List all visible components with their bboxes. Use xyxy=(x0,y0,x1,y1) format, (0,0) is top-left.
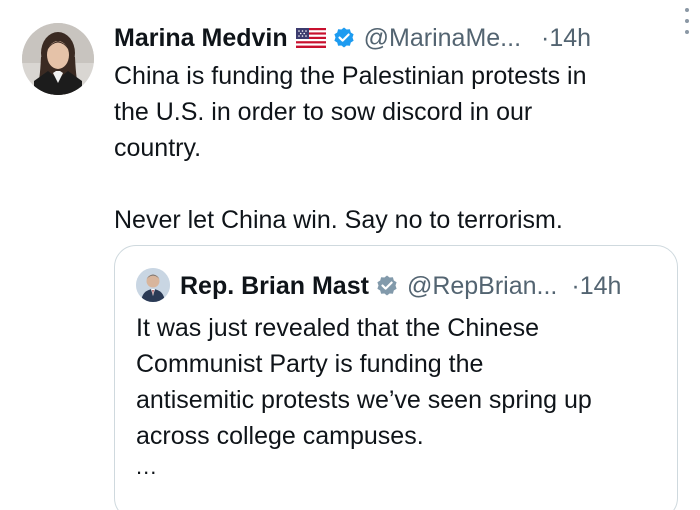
tweet-timestamp[interactable]: 14h xyxy=(549,24,591,53)
tweet-text-line: Never let China win. Say no to terrorism… xyxy=(114,206,563,234)
avatar[interactable] xyxy=(22,23,94,95)
tweet[interactable]: Marina Medvin @MarinaMe... · 14h China i… xyxy=(0,0,700,510)
quoted-tweet-timestamp[interactable]: 14h xyxy=(580,272,622,301)
us-flag-icon xyxy=(295,28,326,48)
quoted-time-separator: · xyxy=(571,271,580,300)
tweet-content: Marina Medvin @MarinaMe... · 14h China i… xyxy=(114,18,676,238)
author-handle[interactable]: @MarinaMe... xyxy=(364,24,521,53)
more-options-icon[interactable] xyxy=(682,8,692,34)
tweet-text-line: China is funding the Palestinian protest… xyxy=(114,62,587,90)
profile-photo-icon xyxy=(22,23,94,95)
quoted-tweet-text: It was just revealed that the Chinese Co… xyxy=(136,310,666,454)
quoted-tweet-header: Rep. Brian Mast @RepBrian... · 14h xyxy=(180,266,621,306)
quoted-author-handle[interactable]: @RepBrian... xyxy=(407,272,557,301)
tweet-text-line: the U.S. in order to sow discord in our xyxy=(114,98,533,126)
quoted-text-line: across college campuses. xyxy=(136,422,424,450)
quoted-tweet-card[interactable]: Rep. Brian Mast @RepBrian... · 14h It wa… xyxy=(114,245,678,510)
tweet-header: Marina Medvin @MarinaMe... · 14h xyxy=(114,18,676,58)
time-separator: · xyxy=(541,23,550,52)
quoted-text-line: antisemitic protests we’ve seen spring u… xyxy=(136,386,592,414)
quoted-text-line: It was just revealed that the Chinese xyxy=(136,314,540,342)
quoted-avatar[interactable] xyxy=(136,268,170,302)
tweet-text-line: country. xyxy=(114,134,202,162)
more-dot xyxy=(685,8,689,12)
author-display-name[interactable]: Marina Medvin xyxy=(114,24,288,53)
quoted-profile-photo-icon xyxy=(136,268,170,302)
truncation-ellipsis: ... xyxy=(136,454,158,479)
quoted-author-display-name[interactable]: Rep. Brian Mast xyxy=(180,272,369,301)
more-dot xyxy=(685,30,689,34)
verified-badge-icon[interactable] xyxy=(332,26,356,50)
more-dot xyxy=(685,19,689,23)
government-verified-badge-icon[interactable] xyxy=(375,274,399,298)
quoted-text-line: Communist Party is funding the xyxy=(136,350,484,378)
tweet-text: China is funding the Palestinian protest… xyxy=(114,58,676,238)
